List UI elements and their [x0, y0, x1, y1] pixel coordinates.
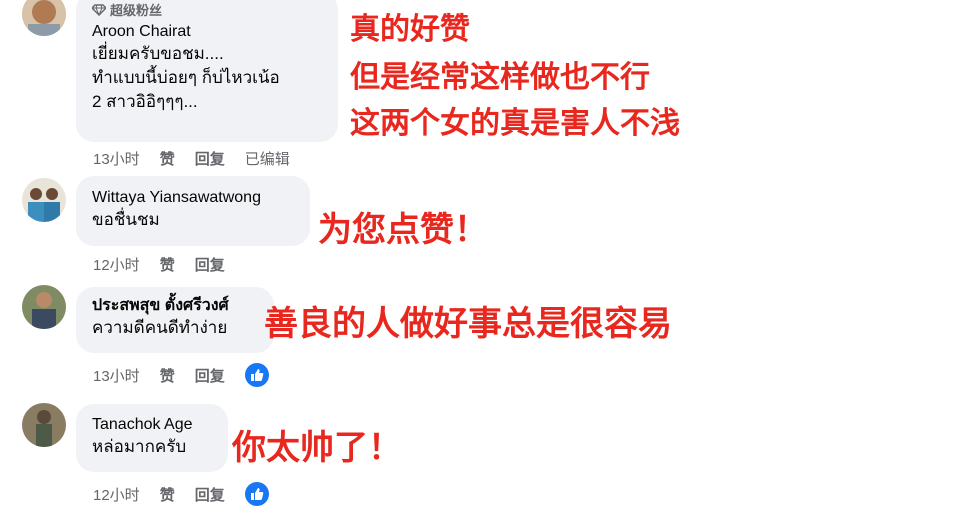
comment-actions: 13小时 赞 回复 已编辑	[93, 148, 310, 169]
edited-label: 已编辑	[244, 151, 290, 168]
reply-button[interactable]: 回复	[195, 484, 225, 505]
comment-text: ขอชื่นชม	[92, 210, 160, 229]
overlay-caption: 你太帅了！	[232, 428, 402, 468]
comment-time[interactable]: 12小时	[93, 484, 140, 505]
like-button[interactable]: 赞	[160, 148, 175, 169]
like-reaction-icon[interactable]	[244, 482, 269, 506]
comment-bubble: Tanachok Age หล่อมากครับ	[76, 404, 228, 472]
avatar[interactable]	[22, 285, 66, 329]
overlay-caption: 但是经常这样做也不行	[350, 60, 650, 95]
comment-bubble: ประสพสุข ตั้งศรีวงศ์ ความดีคนดีทำง่าย	[76, 287, 274, 353]
comment-author[interactable]: Tanachok Age	[92, 415, 216, 435]
comment-time[interactable]: 13小时	[93, 148, 140, 169]
comment-actions: 13小时 赞 回复	[93, 363, 269, 387]
overlay-caption: 真的好赞	[350, 12, 470, 47]
overlay-caption: 善良的人做好事总是很容易	[264, 304, 672, 344]
comment-text: เยี่ยมครับขอชม.... ทำแบบนี้บ่อยๆ ก็บ่ไหว…	[92, 44, 280, 111]
comment-bubble: Wittaya Yiansawatwong ขอชื่นชม	[76, 176, 310, 246]
avatar-photo	[22, 285, 66, 329]
avatar-photo	[22, 0, 66, 36]
like-button[interactable]: 赞	[160, 254, 175, 275]
avatar[interactable]	[22, 403, 66, 447]
comment-actions: 12小时 赞 回复	[93, 482, 269, 506]
comment-author[interactable]: Aroon Chairat	[92, 22, 326, 42]
reply-button[interactable]: 回复	[195, 148, 225, 169]
badge-label: 超级粉丝	[110, 3, 163, 18]
avatar-photo	[22, 178, 66, 222]
avatar-photo	[22, 403, 66, 447]
like-button[interactable]: 赞	[160, 365, 175, 386]
reply-button[interactable]: 回复	[195, 365, 225, 386]
comment-bubble: 超级粉丝 Aroon Chairat เยี่ยมครับขอชม.... ทำ…	[76, 0, 338, 142]
comment-actions: 12小时 赞 回复	[93, 254, 245, 275]
diamond-icon	[92, 3, 106, 16]
comment-author[interactable]: Wittaya Yiansawatwong	[92, 188, 298, 208]
avatar[interactable]	[22, 0, 66, 36]
comment-text: ความดีคนดีทำง่าย	[92, 318, 228, 337]
comment-time[interactable]: 13小时	[93, 365, 140, 386]
overlay-caption: 为您点赞！	[318, 210, 488, 250]
thumbs-up-icon	[250, 488, 264, 500]
like-button[interactable]: 赞	[160, 484, 175, 505]
overlay-caption: 这两个女的真是害人不浅	[350, 106, 680, 141]
comment-text: หล่อมากครับ	[92, 437, 187, 456]
top-fan-badge: 超级粉丝	[92, 0, 326, 19]
comment-time[interactable]: 12小时	[93, 254, 140, 275]
avatar[interactable]	[22, 178, 66, 222]
comment-author[interactable]: ประสพสุข ตั้งศรีวงศ์	[92, 296, 262, 316]
like-reaction-icon[interactable]	[244, 363, 269, 387]
thumbs-up-icon	[250, 369, 264, 381]
reply-button[interactable]: 回复	[195, 254, 225, 275]
